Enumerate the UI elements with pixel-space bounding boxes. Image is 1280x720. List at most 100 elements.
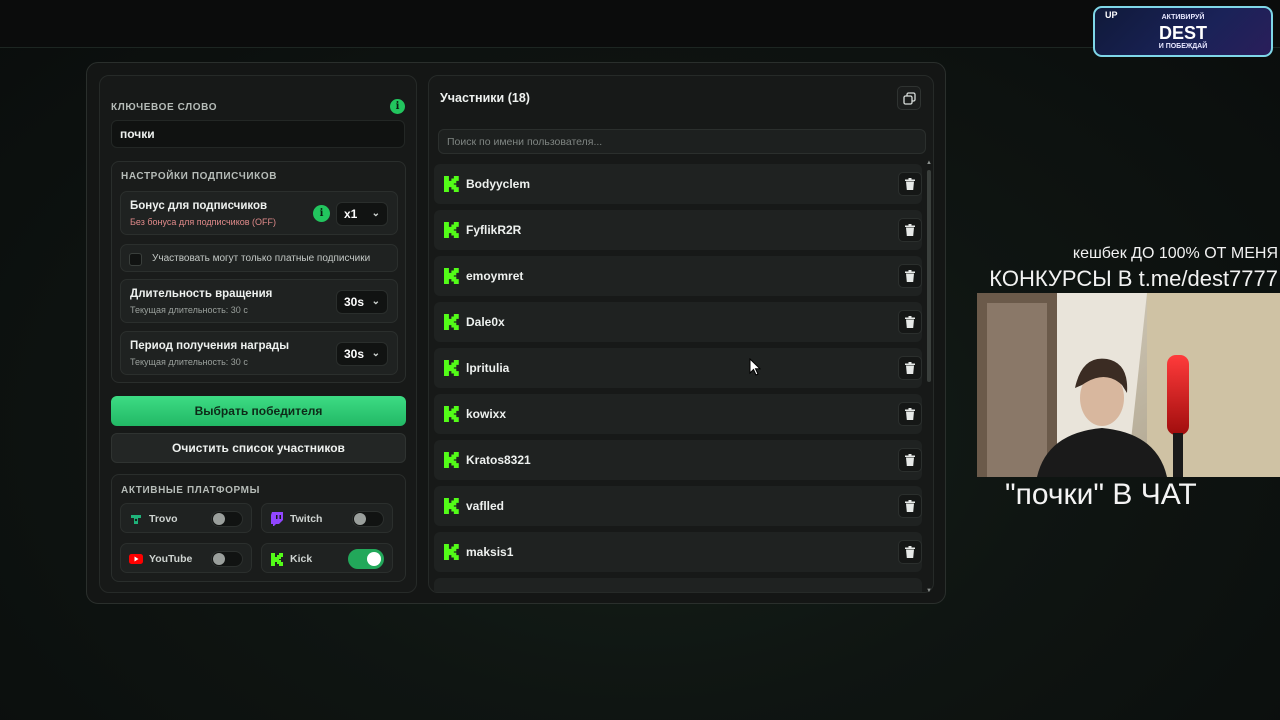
chevron-down-icon: ⌄	[371, 296, 380, 307]
participant-name: emoymret	[466, 269, 524, 283]
platform-name: Trovo	[149, 513, 178, 525]
claim-period-setting: Период получения награды Текущая длитель…	[120, 331, 398, 375]
trash-icon	[905, 500, 915, 512]
kick-icon	[444, 452, 459, 468]
bonus-multiplier-select[interactable]: x1 ⌄	[336, 202, 388, 226]
platform-name: Twitch	[290, 513, 323, 525]
delete-participant-button[interactable]	[898, 310, 922, 334]
active-platforms: Активные платформы Trovo Twitch Y	[111, 474, 406, 582]
participant-row: kowixx	[434, 394, 922, 434]
claim-period-value: 30s	[344, 347, 365, 361]
delete-participant-button[interactable]	[898, 218, 922, 242]
clear-participants-button[interactable]: Очистить список участников	[111, 433, 406, 463]
trovo-icon	[128, 511, 144, 527]
delete-participant-button[interactable]	[898, 356, 922, 380]
platform-trovo: Trovo	[120, 503, 252, 533]
trovo-toggle[interactable]	[211, 511, 243, 527]
promo-line1: АКТИВИРУЙ	[1161, 14, 1205, 21]
spin-duration-setting: Длительность вращения Текущая длительнос…	[120, 279, 398, 323]
participant-name: Bodyyclem	[466, 177, 531, 191]
subscriber-bonus-setting: Бонус для подписчиков Без бонуса для под…	[120, 191, 398, 235]
cashback-text: кешбек ДО 100% ОТ МЕНЯ	[1072, 245, 1278, 262]
scroll-down-icon[interactable]: ▼	[926, 588, 932, 594]
scroll-up-icon[interactable]: ▲	[926, 160, 932, 166]
kick-icon	[269, 551, 285, 567]
paid-only-checkbox[interactable]	[129, 253, 142, 266]
platform-youtube: YouTube	[120, 543, 252, 573]
spin-duration-select[interactable]: 30s ⌄	[336, 290, 388, 314]
kick-icon	[444, 176, 459, 192]
keyword-label: Ключевое слово	[111, 102, 218, 113]
subscriber-settings-title: Настройки подписчиков	[121, 171, 278, 182]
subscriber-settings: Настройки подписчиков Бонус для подписчи…	[111, 161, 406, 383]
delete-participant-button[interactable]	[898, 264, 922, 288]
platform-name: Kick	[290, 553, 313, 565]
participant-name: Kratos8321	[466, 453, 531, 467]
kick-toggle[interactable]	[348, 549, 384, 569]
promo-brand: DEST	[1158, 23, 1207, 43]
info-icon[interactable]: i	[390, 99, 405, 114]
participant-row-partial	[434, 578, 922, 592]
settings-panel: Ключевое слово i Настройки подписчиков Б…	[99, 75, 417, 593]
youtube-icon	[128, 551, 144, 567]
spin-duration-title: Длительность вращения	[130, 288, 273, 300]
claim-period-select[interactable]: 30s ⌄	[336, 342, 388, 366]
keyword-input[interactable]	[111, 120, 405, 148]
contests-text: КОНКУРСЫ В t.me/dest7777	[989, 266, 1278, 291]
participants-panel: Участники (18) Bodyyclem FyflikR2R emoym…	[428, 75, 934, 594]
kick-icon	[444, 498, 459, 514]
participant-scrollbar[interactable]: ▲ ▼	[926, 160, 932, 594]
pick-winner-button[interactable]: Выбрать победителя	[111, 396, 406, 426]
paid-only-option[interactable]: Участвовать могут только платные подписч…	[120, 244, 398, 272]
spin-duration-subtitle: Текущая длительность: 30 с	[130, 305, 248, 315]
giveaway-app: Ключевое слово i Настройки подписчиков Б…	[86, 62, 946, 604]
chat-prompt-caption: "почки" В ЧАТ	[1005, 478, 1197, 511]
kick-icon	[444, 544, 459, 560]
delete-participant-button[interactable]	[898, 402, 922, 426]
twitch-toggle[interactable]	[352, 511, 384, 527]
active-platforms-title: Активные платформы	[121, 485, 260, 496]
trash-icon	[905, 270, 915, 282]
participant-name: FyflikR2R	[466, 223, 522, 237]
delete-participant-button[interactable]	[898, 172, 922, 196]
trash-icon	[905, 362, 915, 374]
participant-name: Dale0x	[466, 315, 505, 329]
participant-row: Bodyyclem	[434, 164, 922, 204]
participant-name: vaflled	[466, 499, 505, 513]
participants-title: Участники (18)	[440, 91, 530, 105]
scroll-thumb[interactable]	[927, 170, 931, 382]
kick-icon	[444, 360, 459, 376]
youtube-toggle[interactable]	[211, 551, 243, 567]
webcam-feed	[977, 293, 1280, 477]
participant-list: Bodyyclem FyflikR2R emoymret Dale0x lpri	[434, 164, 922, 592]
platform-name: YouTube	[149, 553, 193, 565]
paid-only-label: Участвовать могут только платные подписч…	[152, 253, 371, 264]
info-icon[interactable]: i	[313, 205, 330, 222]
bonus-title: Бонус для подписчиков	[130, 200, 268, 212]
participant-row: emoymret	[434, 256, 922, 296]
kick-icon	[444, 268, 459, 284]
trash-icon	[905, 178, 915, 190]
promo-banner: UP АКТИВИРУЙ DEST И ПОБЕЖДАЙ	[1093, 6, 1273, 57]
platform-kick: Kick	[261, 543, 393, 573]
copy-button[interactable]	[897, 86, 921, 110]
participant-row: Dale0x	[434, 302, 922, 342]
chevron-down-icon: ⌄	[371, 348, 380, 359]
participant-row: vaflled	[434, 486, 922, 526]
delete-participant-button[interactable]	[898, 494, 922, 518]
trash-icon	[905, 454, 915, 466]
participant-row: maksis1	[434, 532, 922, 572]
spin-duration-value: 30s	[344, 295, 365, 309]
delete-participant-button[interactable]	[898, 540, 922, 564]
chevron-down-icon: ⌄	[371, 208, 380, 219]
trash-icon	[905, 224, 915, 236]
participant-name: kowixx	[466, 407, 507, 421]
kick-icon	[444, 314, 459, 330]
delete-participant-button[interactable]	[898, 448, 922, 472]
participant-name: maksis1	[466, 545, 514, 559]
copy-icon	[902, 91, 916, 105]
trash-icon	[905, 408, 915, 420]
platform-twitch: Twitch	[261, 503, 393, 533]
bonus-multiplier-value: x1	[344, 207, 358, 221]
search-input[interactable]	[438, 129, 926, 154]
